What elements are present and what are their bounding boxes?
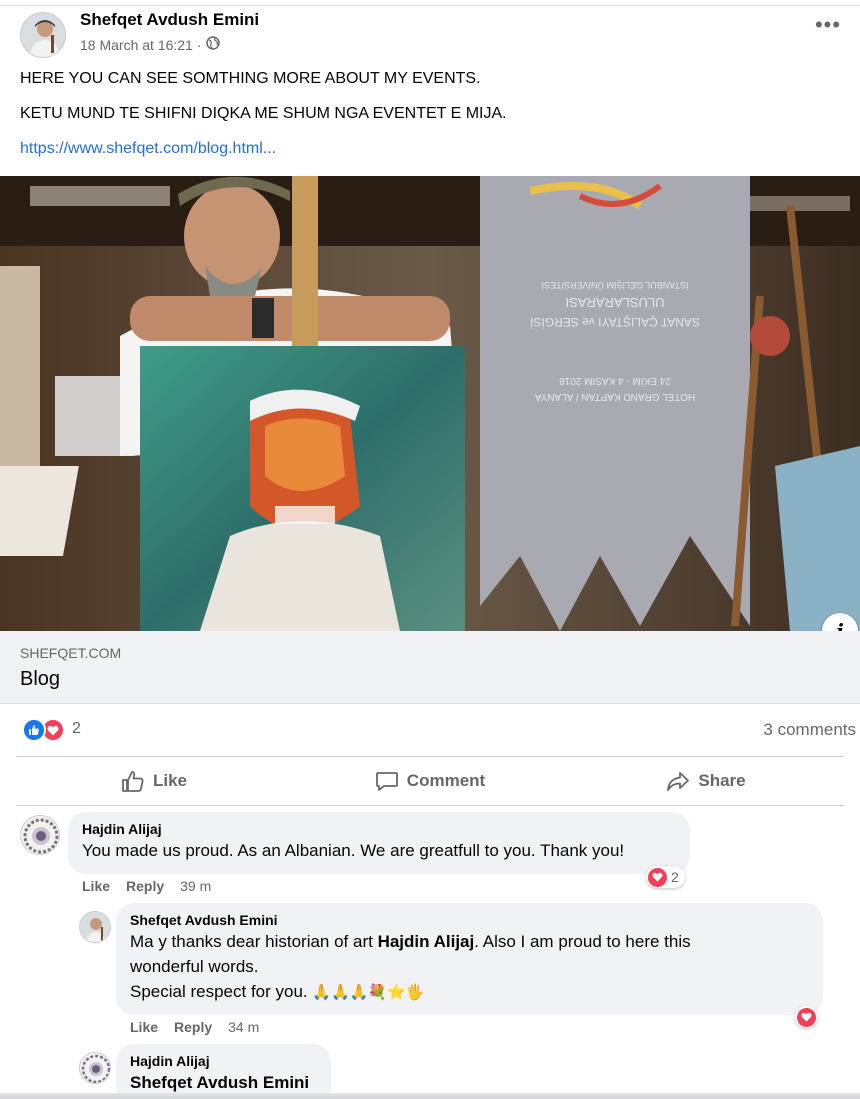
reply2-author-avatar[interactable]: [79, 1052, 111, 1084]
reply-time[interactable]: 34 m: [228, 1019, 259, 1035]
reply-like-button[interactable]: Like: [130, 1019, 158, 1035]
comment-reply-button[interactable]: Reply: [126, 878, 164, 894]
divider-bottom: [16, 805, 844, 806]
link-preview-domain: SHEFQET.COM: [20, 645, 122, 661]
reply-author-avatar[interactable]: [79, 911, 111, 943]
like-button[interactable]: Like: [16, 760, 292, 802]
love-reaction-icon: [648, 867, 667, 887]
bottom-edge: [0, 1093, 860, 1099]
link-preview-caption[interactable]: SHEFQET.COM Blog: [0, 631, 860, 704]
reaction-count[interactable]: 2: [72, 720, 81, 738]
author-name[interactable]: Shefqet Avdush Emini: [80, 10, 259, 30]
thumbs-up-icon: [121, 770, 145, 792]
like-button-label: Like: [152, 771, 188, 790]
reply-bubble: Shefqet Avdush Emini Ma y thanks dear hi…: [116, 903, 823, 1015]
reply-text-after: . Also I am proud to here this: [474, 932, 691, 951]
reply2-author[interactable]: Hajdin Alijaj: [130, 1052, 317, 1070]
reactions-summary: 2 3 comments: [0, 712, 860, 748]
banner-text-2: ULUSLARARASI: [566, 295, 665, 310]
link-preview-image[interactable]: İSTANBUL GELİŞİM ÜNİVERSİTESİ ULUSLARARA…: [0, 176, 860, 631]
post-text-line-2: KETU MUND TE SHIFNI DIQKA ME SHUM NGA EV…: [20, 105, 507, 122]
share-icon: [666, 770, 690, 792]
reply-emojis: 🙏🙏🙏💐⭐🖐: [312, 984, 425, 1001]
comment-bubble: Hajdin Alijaj You made us proud. As an A…: [68, 812, 690, 874]
share-button[interactable]: Share: [568, 760, 844, 802]
reply-text-line-1: Ma y thanks dear historian of art Hajdin…: [130, 929, 809, 954]
comment-button-label: Comment: [406, 771, 486, 790]
love-reaction-icon: [797, 1007, 816, 1027]
reply2-mention[interactable]: Shefqet Avdush Emini: [130, 1070, 317, 1095]
share-button-label: Share: [698, 771, 746, 790]
comment-button[interactable]: Comment: [292, 760, 568, 802]
reply-text-before: Ma y thanks dear historian of art: [130, 932, 378, 951]
banner-text-1: İSTANBUL GELİŞİM ÜNİVERSİTESİ: [541, 280, 688, 290]
reply-mention[interactable]: Hajdin Alijaj: [378, 932, 475, 951]
like-reaction-icon: [22, 718, 46, 742]
post-text-line-1: HERE YOU CAN SEE SOMTHING MORE ABOUT MY …: [20, 70, 481, 87]
comment-text: You made us proud. As an Albanian. We ar…: [82, 841, 625, 860]
author-avatar[interactable]: [20, 12, 66, 58]
comment-icon: [375, 770, 399, 792]
globe-icon: [205, 36, 220, 53]
meta-separator: ·: [196, 36, 202, 53]
comment-actions: Like Reply 39 m: [82, 878, 211, 894]
reply-text-line-3: Special respect for you. 🙏🙏🙏💐⭐🖐: [130, 979, 809, 1005]
post-link[interactable]: https://www.shefqet.com/blog.html...: [20, 140, 276, 158]
commenter-avatar[interactable]: [20, 815, 60, 855]
reply-author[interactable]: Shefqet Avdush Emini: [130, 911, 809, 929]
divider-top: [16, 756, 844, 757]
reply-text-line-3-text: Special respect for you.: [130, 982, 313, 1001]
banner-text-3: SANAT ÇALIŞTAYI ve SERGİSİ: [530, 315, 700, 329]
reply-actions: Like Reply 34 m: [130, 1019, 259, 1035]
post-meta: 18 March at 16:21 ·: [80, 36, 220, 53]
comment-reaction-count: 2: [671, 869, 679, 885]
comments-count[interactable]: 3 comments: [763, 720, 856, 740]
link-preview-title: Blog: [20, 668, 61, 690]
more-options-icon[interactable]: •••: [812, 14, 844, 42]
reply-text-line-2: wonderful words.: [130, 957, 259, 976]
banner-text-5: HOTEL GRAND KAPTAN / ALANYA: [534, 391, 695, 402]
comment-reaction-pill[interactable]: 2: [646, 866, 685, 888]
reply-reply-button[interactable]: Reply: [174, 1019, 212, 1035]
comment-time[interactable]: 39 m: [180, 878, 211, 894]
reaction-icons[interactable]: [22, 718, 65, 742]
comment-author[interactable]: Hajdin Alijaj: [82, 820, 676, 838]
banner-text-4: 24 EKİM - 4 KASIM 2018: [559, 375, 671, 388]
top-border: [0, 0, 860, 6]
post-actions: Like Comment Share: [16, 760, 844, 802]
reply-reaction-pill[interactable]: [795, 1006, 818, 1028]
reply2-bubble: Hajdin Alijaj Shefqet Avdush Emini: [116, 1044, 331, 1099]
post-timestamp[interactable]: 18 March at 16:21: [80, 37, 193, 53]
comment-like-button[interactable]: Like: [82, 878, 110, 894]
post-header: Shefqet Avdush Emini 18 March at 16:21 ·…: [20, 10, 840, 60]
